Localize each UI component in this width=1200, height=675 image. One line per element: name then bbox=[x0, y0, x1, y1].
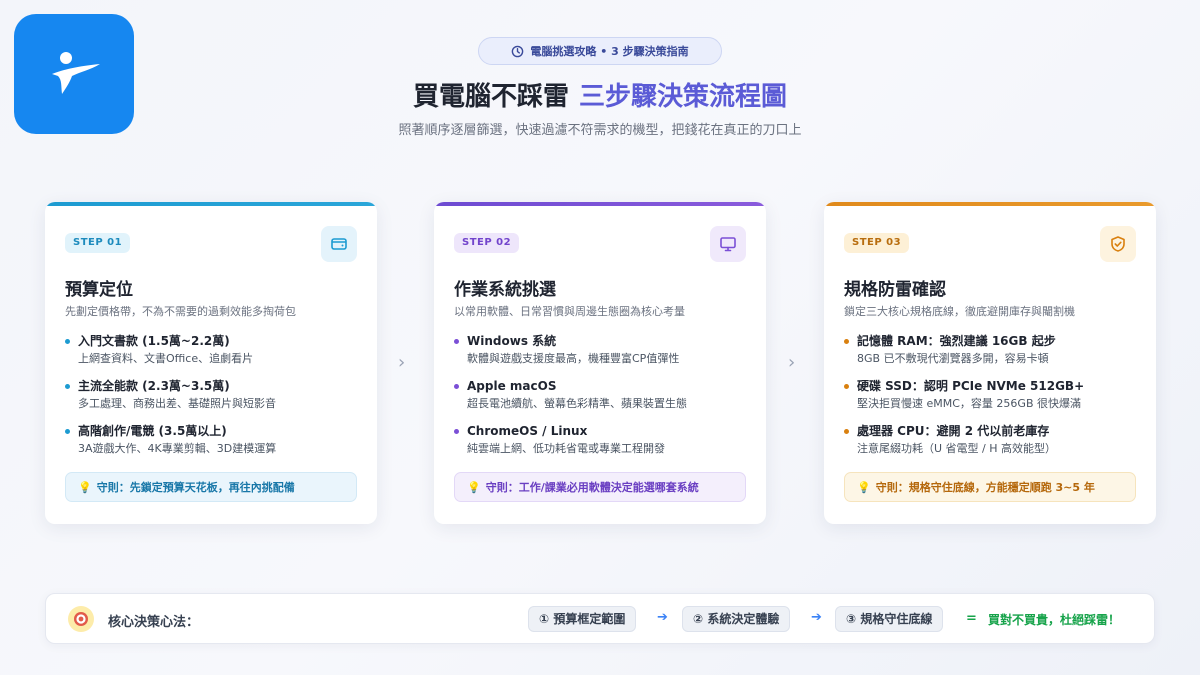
target-icon bbox=[68, 606, 94, 632]
lightbulb-icon: 💡 bbox=[467, 480, 481, 494]
guide-badge: 電腦挑選攻略 • 3 步驟決策指南 bbox=[478, 37, 722, 65]
card-icon-box bbox=[710, 226, 746, 262]
card-desc: 先劃定價格帶，不為不需要的過剩效能多掏荷包 bbox=[65, 305, 296, 318]
card-icon-box bbox=[321, 226, 357, 262]
monitor-icon bbox=[720, 237, 736, 252]
guide-badge-text: 電腦挑選攻略 • 3 步驟決策指南 bbox=[530, 45, 689, 58]
title-highlight: 三步驟決策流程圖 bbox=[579, 82, 788, 112]
equals-sign: = bbox=[966, 611, 977, 626]
item-title: 記憶體 RAM：強烈建議 16GB 起步 bbox=[857, 334, 1056, 348]
bullet-dot bbox=[844, 384, 849, 389]
chevron-right-icon: › bbox=[398, 352, 406, 373]
principle-step-1: ① 預算框定範圍 bbox=[528, 606, 637, 632]
app-logo bbox=[14, 14, 134, 134]
item-title: ChromeOS / Linux bbox=[467, 424, 588, 438]
bullet-dot bbox=[454, 339, 459, 344]
card-icon-box bbox=[1100, 226, 1136, 262]
item-title: 主流全能款 (2.3萬~3.5萬) bbox=[78, 379, 230, 393]
principle-step-2: ② 系統決定體驗 bbox=[682, 606, 791, 632]
title-main: 買電腦不踩雷 bbox=[412, 82, 569, 112]
item-title: 處理器 CPU：避開 2 代以前老庫存 bbox=[857, 424, 1050, 438]
step-card-specs: STEP 03 規格防雷確認 鎖定三大核心規格底線，徹底避開庫存與閹割機 記憶體… bbox=[824, 202, 1156, 524]
step-badge: STEP 03 bbox=[844, 233, 910, 253]
list-item: ChromeOS / Linux 純雲端上網、低功耗省電或專業工程開發 bbox=[454, 423, 687, 468]
arrow-right-icon: ➔ bbox=[657, 610, 668, 625]
item-sub: 多工處理、商務出差、基礎照片與短影音 bbox=[78, 397, 276, 410]
bullet-dot bbox=[844, 339, 849, 344]
rule-text: 守則：先鎖定預算天花板，再往內挑配備 bbox=[96, 481, 295, 494]
bullet-dot bbox=[454, 384, 459, 389]
rule-text: 守則：規格守住底線，方能穩定順跑 3~5 年 bbox=[875, 481, 1095, 494]
step-badge: STEP 01 bbox=[65, 233, 131, 253]
shield-check-icon bbox=[1111, 236, 1125, 252]
bullet-dot bbox=[65, 339, 70, 344]
item-sub: 堅決拒買慢速 eMMC，容量 256GB 很快爆滿 bbox=[857, 397, 1081, 410]
card-desc: 鎖定三大核心規格底線，徹底避開庫存與閹割機 bbox=[844, 305, 1075, 318]
item-title: 硬碟 SSD：認明 PCIe NVMe 512GB+ bbox=[857, 379, 1085, 393]
rule-box: 💡 守則：規格守住底線，方能穩定順跑 3~5 年 bbox=[844, 472, 1136, 502]
principle-label: 核心決策心法： bbox=[108, 615, 200, 630]
item-sub: 注意尾綴功耗（U 省電型 / H 高效能型） bbox=[857, 442, 1057, 455]
rule-box: 💡 守則：工作/課業必用軟體決定能選哪套系統 bbox=[454, 472, 746, 502]
item-sub: 上網查資料、文書Office、追劇看片 bbox=[78, 352, 254, 365]
step-card-budget: STEP 01 預算定位 先劃定價格帶，不為不需要的過剩效能多掏荷包 入門文書款… bbox=[45, 202, 377, 524]
card-desc: 以常用軟體、日常習慣與周邊生態圈為核心考量 bbox=[454, 305, 685, 318]
item-title: Apple macOS bbox=[467, 379, 557, 393]
wallet-icon bbox=[331, 238, 347, 250]
lightbulb-icon: 💡 bbox=[78, 480, 92, 494]
step-card-os: STEP 02 作業系統挑選 以常用軟體、日常習慣與周邊生態圈為核心考量 Win… bbox=[434, 202, 766, 524]
item-sub: 8GB 已不敷現代瀏覽器多開，容易卡頓 bbox=[857, 352, 1049, 365]
list-item: 處理器 CPU：避開 2 代以前老庫存 注意尾綴功耗（U 省電型 / H 高效能型… bbox=[844, 423, 1084, 468]
card-title: 規格防雷確認 bbox=[844, 280, 946, 300]
list-item: 硬碟 SSD：認明 PCIe NVMe 512GB+ 堅決拒買慢速 eMMC，容量… bbox=[844, 378, 1084, 423]
item-sub: 軟體與遊戲支援度最高，機種豐富CP值彈性 bbox=[467, 352, 680, 365]
page-subtitle: 照著順序逐層篩選，快速過濾不符需求的機型，把錢花在真正的刀口上 bbox=[398, 123, 802, 138]
clock-icon bbox=[512, 45, 524, 57]
bullet-dot bbox=[65, 429, 70, 434]
rule-box: 💡 守則：先鎖定預算天花板，再往內挑配備 bbox=[65, 472, 357, 502]
rule-text: 守則：工作/課業必用軟體決定能選哪套系統 bbox=[485, 481, 699, 494]
card-accent-bar bbox=[45, 202, 377, 206]
item-sub: 3A遊戲大作、4K專業剪輯、3D建模運算 bbox=[78, 442, 277, 455]
bullet-dot bbox=[454, 429, 459, 434]
list-item: 入門文書款 (1.5萬~2.2萬) 上網查資料、文書Office、追劇看片 bbox=[65, 333, 276, 378]
list-item: Windows 系統軟體與遊戲支援度最高，機種豐富CP值彈性 bbox=[454, 333, 687, 378]
card-accent-bar bbox=[824, 202, 1156, 206]
item-title: 入門文書款 (1.5萬~2.2萬) bbox=[78, 334, 230, 348]
step-badge: STEP 02 bbox=[454, 233, 520, 253]
card-title: 作業系統挑選 bbox=[454, 280, 556, 300]
core-principle-bar: 核心決策心法： ① 預算框定範圍 ➔ ② 系統決定體驗 ➔ ③ 規格守住底線 =… bbox=[45, 593, 1155, 644]
item-title: Windows 系統 bbox=[467, 334, 557, 348]
bullet-dot bbox=[844, 429, 849, 434]
list-item: 高階創作/電競 (3.5萬以上) 3A遊戲大作、4K專業剪輯、3D建模運算 bbox=[65, 423, 276, 468]
lightbulb-icon: 💡 bbox=[857, 480, 871, 494]
bullseye-shape bbox=[74, 612, 88, 626]
item-sub: 超長電池續航、螢幕色彩精準、蘋果裝置生態 bbox=[467, 397, 687, 410]
card-title: 預算定位 bbox=[65, 280, 133, 300]
chevron-right-icon: › bbox=[788, 352, 796, 373]
option-list: 入門文書款 (1.5萬~2.2萬) 上網查資料、文書Office、追劇看片 主流全… bbox=[65, 333, 276, 468]
list-item: 主流全能款 (2.3萬~3.5萬) 多工處理、商務出差、基礎照片與短影音 bbox=[65, 378, 276, 423]
item-title: 高階創作/電競 (3.5萬以上) bbox=[78, 424, 227, 438]
principle-step-3: ③ 規格守住底線 bbox=[835, 606, 944, 632]
page-title: 買電腦不踩雷 三步驟決策流程圖 bbox=[0, 76, 1200, 113]
option-list: Windows 系統軟體與遊戲支援度最高，機種豐富CP值彈性 Apple mac… bbox=[454, 333, 687, 468]
list-item: Apple macOS 超長電池續航、螢幕色彩精準、蘋果裝置生態 bbox=[454, 378, 687, 423]
option-list: 記憶體 RAM：強烈建議 16GB 起步 8GB 已不敷現代瀏覽器多開，容易卡頓 … bbox=[844, 333, 1084, 468]
bullet-dot bbox=[65, 384, 70, 389]
principle-slogan: 買對不買貴，杜絕踩雷！ bbox=[988, 613, 1121, 627]
item-sub: 純雲端上網、低功耗省電或專業工程開發 bbox=[467, 442, 665, 455]
card-accent-bar bbox=[434, 202, 766, 206]
arrow-right-icon: ➔ bbox=[811, 610, 822, 625]
list-item: 記憶體 RAM：強烈建議 16GB 起步 8GB 已不敷現代瀏覽器多開，容易卡頓 bbox=[844, 333, 1084, 378]
